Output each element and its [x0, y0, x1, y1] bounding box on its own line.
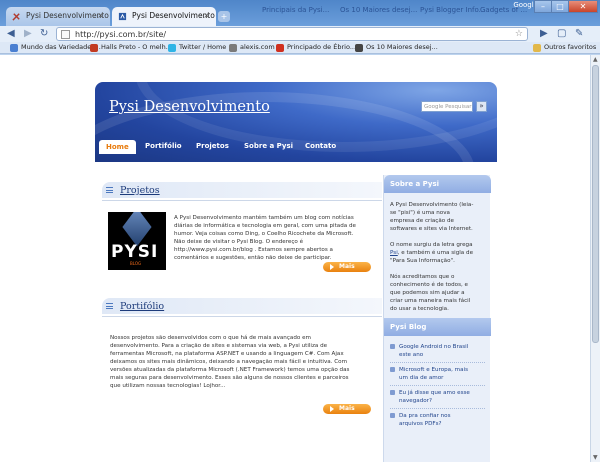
bullet-icon — [390, 390, 395, 395]
address-url: http://pysi.com.br/site/ — [75, 30, 167, 39]
scrollbar-thumb[interactable] — [592, 65, 599, 343]
portfolio-more-button[interactable]: Mais — [323, 404, 371, 414]
blog-post-link[interactable]: Microsoft e Europa, mais um dia de amor — [390, 366, 468, 382]
site-header: Pysi Desenvolvimento Google Pesquisar » — [95, 82, 497, 162]
nav-projetos[interactable]: Projetos — [196, 142, 229, 150]
back-arrow-icon[interactable]: ◀ — [7, 29, 15, 39]
menu-lines-icon — [106, 187, 113, 193]
bullet-icon — [390, 344, 395, 349]
projetos-more-button[interactable]: Mais — [323, 262, 371, 272]
bookmarks-bar: Mundo das Variedades... Halls Preto - O … — [0, 42, 600, 54]
favicon-icon — [12, 13, 20, 21]
page-icon — [61, 30, 70, 39]
sidebar-divider — [390, 408, 485, 409]
page-menu-icon[interactable]: ▢ — [557, 29, 566, 39]
browser-tab[interactable]: Pysi Desenvolvimento × — [6, 7, 110, 26]
sidebar-divider — [390, 385, 485, 386]
close-window-button[interactable]: ✕ — [568, 0, 598, 13]
logo-subtext: BLOG — [130, 261, 142, 266]
browser-tab-active[interactable]: Pysi Desenvolvimento × — [112, 7, 216, 26]
about-paragraph: O nome surgiu da letra grega Psi, e tamb… — [390, 242, 474, 264]
bookmark-item[interactable]: Os 10 Maiores desej... — [355, 43, 438, 52]
tab-strip: Principais da Pysi... Os 10 Maiores dese… — [0, 0, 600, 26]
bookmark-star-icon[interactable]: ☆ — [515, 29, 523, 39]
projetos-title[interactable]: Projetos — [120, 185, 160, 196]
logo-text: PYSI — [111, 242, 159, 262]
nav-portfolio[interactable]: Portifólio — [145, 142, 182, 150]
tab-close-icon[interactable]: × — [203, 11, 210, 20]
blog-post-link[interactable]: Da pra confiar nos arquivos PDFs? — [390, 412, 451, 428]
page-icon — [276, 44, 284, 52]
site-container: Pysi Desenvolvimento Google Pesquisar » … — [95, 82, 497, 462]
twitter-icon — [168, 44, 176, 52]
navigation-toolbar: ◀ ▶ ↻ http://pysi.com.br/site/ ☆ ▶ ▢ ✎ — [0, 26, 600, 42]
pysi-logo[interactable]: PYSI BLOG — [108, 212, 166, 270]
nav-home[interactable]: Home — [99, 140, 136, 154]
sidebar-divider — [390, 362, 485, 363]
sidebar: Sobre a Pysi A Pysi Desenvolvimento (lei… — [383, 175, 491, 462]
about-paragraph: Nós acreditamos que o conhecimento é de … — [390, 274, 471, 312]
psi-link[interactable]: Psi — [390, 250, 398, 256]
page-icon — [229, 44, 237, 52]
vertical-scrollbar[interactable]: ▲ ▼ — [590, 55, 600, 462]
bookmark-item[interactable]: alexis.com — [229, 43, 275, 52]
projetos-text: A Pysi Desenvolvimento mantém também um … — [174, 215, 356, 261]
blog-title: Pysi Blog — [390, 323, 427, 331]
menu-lines-icon — [106, 303, 113, 309]
nav-contato[interactable]: Contato — [305, 142, 336, 150]
background-window-title: Os 10 Maiores desej... — [340, 6, 418, 14]
background-window-title: Principais da Pysi... — [262, 6, 330, 14]
projetos-section: Projetos PYSI BLOG A Pysi Desenvolviment… — [102, 182, 382, 282]
bookmark-item[interactable]: Mundo das Variedades... — [10, 43, 101, 52]
portfolio-text: Nossos projetos são desenvolvidos com o … — [110, 335, 350, 389]
bookmark-item[interactable]: Halls Preto - O melh... — [90, 43, 172, 52]
site-title[interactable]: Pysi Desenvolvimento — [109, 99, 270, 115]
page-icon — [355, 44, 363, 52]
sidebar-header: Pysi Blog — [384, 318, 491, 336]
globe-icon — [10, 44, 18, 52]
browser-chrome: Principais da Pysi... Os 10 Maiores dese… — [0, 0, 600, 54]
site-search-button[interactable]: » — [476, 101, 487, 112]
about-paragraph: A Pysi Desenvolvimento (leia- se "pisi")… — [390, 202, 474, 232]
scroll-down-icon[interactable]: ▼ — [593, 454, 598, 461]
nav-sobre[interactable]: Sobre a Pysi — [244, 142, 293, 150]
forward-arrow-icon[interactable]: ▶ — [24, 29, 32, 39]
site-search-input[interactable]: Google Pesquisar — [421, 101, 473, 112]
portfolio-section: Portifólio Nossos projetos são desenvolv… — [102, 298, 382, 448]
bullet-icon — [390, 367, 395, 372]
bullet-icon — [390, 413, 395, 418]
section-divider — [102, 200, 382, 201]
sidebar-header: Sobre a Pysi — [384, 175, 491, 193]
other-bookmarks[interactable]: Outros favoritos — [533, 43, 596, 52]
tab-close-icon[interactable]: × — [97, 11, 104, 20]
about-title: Sobre a Pysi — [390, 180, 440, 188]
window-controls: – □ ✕ — [534, 0, 598, 14]
new-tab-button[interactable]: + — [218, 11, 230, 22]
wrench-icon[interactable]: ✎ — [575, 29, 583, 39]
scroll-up-icon[interactable]: ▲ — [593, 56, 598, 63]
blog-post-link[interactable]: Google Android no Brasil este ano — [390, 343, 468, 359]
section-header: Projetos — [102, 182, 382, 198]
minimize-button[interactable]: – — [534, 0, 552, 13]
play-icon[interactable]: ▶ — [540, 29, 548, 39]
page-icon — [90, 44, 98, 52]
blog-post-link[interactable]: Eu já disse que amo esse navegador? — [390, 389, 470, 405]
section-header: Portifólio — [102, 298, 382, 314]
favicon-icon — [118, 12, 127, 21]
folder-icon — [533, 44, 541, 52]
section-divider — [102, 316, 382, 317]
reload-icon[interactable]: ↻ — [40, 29, 48, 39]
maximize-button[interactable]: □ — [551, 0, 569, 13]
bookmark-item[interactable]: Principado de Ébrio... — [276, 43, 356, 52]
bookmark-item[interactable]: Twitter / Home — [168, 43, 226, 52]
background-window-title: Pysi Blogger Info... — [420, 6, 486, 14]
address-bar[interactable]: http://pysi.com.br/site/ ☆ — [56, 27, 528, 41]
portfolio-title[interactable]: Portifólio — [120, 301, 164, 312]
page-viewport: Pysi Desenvolvimento Google Pesquisar » … — [0, 55, 590, 462]
